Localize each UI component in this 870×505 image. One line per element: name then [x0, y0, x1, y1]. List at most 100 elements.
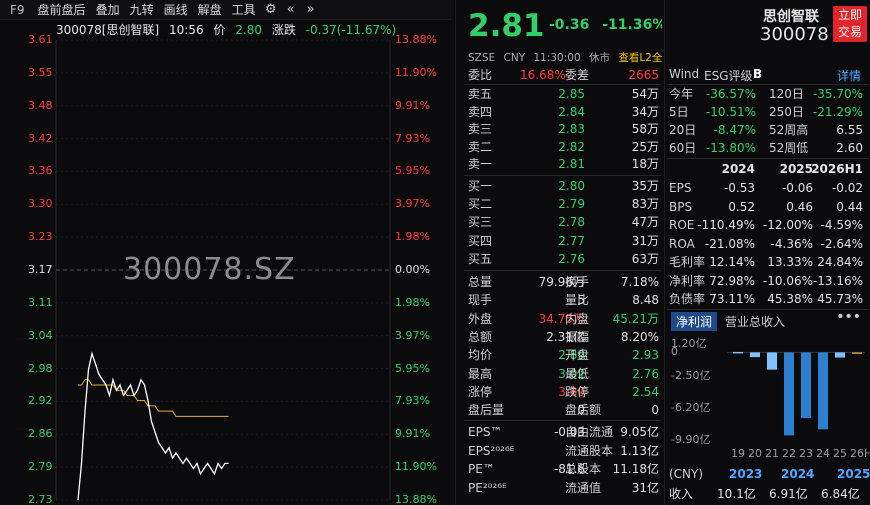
wind-label: Wind — [669, 67, 700, 81]
info-price: 2.80 — [235, 23, 262, 37]
stat-label: 总额 — [468, 329, 493, 344]
stat-label: 现手 — [468, 293, 493, 308]
ask-label: 卖三 — [468, 122, 493, 136]
y-axis-pct-label: 9.91% — [395, 427, 430, 441]
ask-price: 2.84 — [558, 104, 585, 119]
bid-price: 2.79 — [558, 197, 585, 212]
stat-value: 2.76 — [632, 366, 659, 381]
y-axis-pct-label: 1.98% — [395, 295, 430, 309]
return-label: 52周高 — [769, 123, 809, 137]
y-axis-label: 3.23 — [28, 230, 53, 244]
net-profit-bar — [767, 352, 777, 370]
y-axis-label: 3.04 — [28, 328, 53, 342]
return-row: 今年 -36.57% 120日 -35.70% — [669, 86, 867, 102]
fund-label: 自由流通 — [565, 425, 614, 439]
revenue-value: 6.91亿 — [769, 487, 808, 501]
chart-info-bar: 300078[思创智联] 10:56 价 2.80 涨跌 -0.37(-11.6… — [56, 21, 402, 39]
y-axis-pct-label: 11.90% — [395, 460, 437, 474]
ratio-label: 委比 — [468, 68, 493, 82]
fund-label: 总股本 — [565, 462, 602, 476]
net-profit-bar — [835, 352, 845, 358]
market-status-line: SZSE CNY 11:30:00 休市 查看L2全景 — [468, 50, 662, 65]
fin-year: 2024 — [721, 162, 755, 176]
ask-row[interactable]: 卖二 2.82 25万 — [468, 139, 659, 155]
ask-price: 2.81 — [558, 157, 585, 171]
last-price: 2.81 — [468, 8, 545, 44]
l2-panorama-link[interactable]: 查看L2全景 — [618, 52, 662, 64]
bid-row[interactable]: 买四 2.77 31万 — [468, 233, 659, 249]
bid-row[interactable]: 买五 2.76 63万 — [468, 251, 659, 267]
bar-year-label: 19 — [731, 447, 745, 460]
stat-row: 盘后量 0 盘后额 0 — [468, 402, 659, 418]
fund-value: 9.05亿 — [620, 425, 659, 439]
y-axis-label: 3.61 — [28, 33, 53, 46]
ask-row[interactable]: 卖四 2.84 34万 — [468, 104, 659, 120]
fin-value: 0.46 — [786, 199, 813, 214]
fin-value: 73.11% — [709, 292, 755, 306]
revenue-year: 2025 — [837, 467, 870, 481]
stat-label: 最低 — [565, 366, 590, 381]
y-axis-pct-label: 5.95% — [395, 361, 430, 375]
fin-year: 2026H1 — [811, 162, 863, 176]
bid-volume: 35万 — [631, 179, 659, 193]
financial-row: 负债率 73.11% 45.38% 45.73% — [669, 291, 867, 307]
tab-net-profit[interactable]: 净利润 — [671, 312, 718, 331]
ask-row[interactable]: 卖三 2.83 58万 — [468, 121, 659, 137]
y-axis-pct-label: 7.93% — [395, 394, 430, 408]
bid-row[interactable]: 买二 2.79 83万 — [468, 196, 659, 212]
return-value: -21.29% — [812, 105, 863, 119]
bar-year-label: 20 — [748, 447, 762, 460]
tab-revenue[interactable]: 营业总收入 — [725, 313, 785, 330]
fin-value: 0.52 — [728, 199, 755, 214]
return-value: -13.80% — [705, 141, 756, 155]
bid-label: 买五 — [468, 251, 493, 266]
bar-axis-label: -2.50亿 — [671, 369, 711, 382]
y-axis-label: 2.92 — [28, 394, 53, 408]
divider — [464, 420, 661, 421]
return-label: 今年 — [669, 87, 694, 101]
bid-row[interactable]: 买三 2.78 47万 — [468, 214, 659, 230]
intraday-chart-panel: F9 盘前盘后 叠加 九转 画线 解盘 工具 ⚙ « » 300078[思创智联… — [0, 0, 452, 505]
fin-value: 12.14% — [709, 255, 755, 269]
net-profit-bar — [733, 351, 743, 354]
revenue-header: (CNY) 2023 2024 2025 — [669, 467, 870, 483]
fin-label: ROA — [669, 236, 695, 251]
stat-label: 内盘 — [565, 311, 590, 326]
fin-value: -12.00% — [762, 218, 813, 232]
fin-value: 45.73% — [817, 292, 863, 306]
ask-row[interactable]: 卖一 2.81 18万 — [468, 156, 659, 172]
return-label: 20日 — [669, 123, 697, 137]
more-icon[interactable]: ••• — [836, 309, 861, 325]
y-axis-pct-label: 9.91% — [395, 98, 430, 112]
stat-label: 盘后量 — [468, 403, 505, 418]
fin-label: 负债率 — [669, 292, 706, 306]
stat-value: 0 — [651, 403, 659, 418]
y-axis-pct-label: 5.95% — [395, 164, 430, 178]
revenue-value: 6.84亿 — [821, 487, 860, 501]
fin-value: -4.59% — [820, 218, 863, 232]
revenue-year: 2023 — [729, 467, 763, 481]
y-axis-label: 3.55 — [28, 65, 53, 79]
ask-label: 卖一 — [468, 157, 493, 171]
fin-value: -10.06% — [762, 273, 813, 288]
profile-panel: 思创智联 300078 立即交易 Wind ESG评级 B 详情 今年 -36.5… — [664, 0, 870, 505]
fund-row: EPS²⁰²⁶ᴱ - 流通股本 1.13亿 — [468, 443, 659, 459]
bid-price: 2.76 — [558, 251, 585, 266]
bid-row[interactable]: 买一 2.80 35万 — [468, 178, 659, 194]
y-axis-label: 2.79 — [28, 460, 53, 474]
esg-rating: B — [753, 67, 763, 81]
ask-volume: 25万 — [631, 139, 659, 154]
bar-year-label: 22 — [782, 447, 796, 460]
quote-panel: 2.81 -0.36 -11.36% SZSE CNY 11:30:00 休市 … — [455, 0, 662, 505]
financial-row: EPS -0.53 -0.06 -0.02 — [669, 180, 867, 196]
stat-value: 8.20% — [620, 329, 659, 344]
info-change: -0.37(-11.67%) — [305, 23, 397, 37]
bid-label: 买一 — [468, 179, 493, 193]
trade-now-button[interactable]: 立即交易 — [833, 6, 867, 42]
detail-link[interactable]: 详情 — [837, 67, 861, 84]
ratio-value: 16.68% — [520, 68, 566, 82]
ask-row[interactable]: 卖五 2.85 54万 — [468, 86, 659, 102]
fin-value: 24.84% — [817, 255, 863, 269]
bid-label: 买二 — [468, 197, 493, 212]
stat-row: 外盘 34.75万 内盘 45.21万 — [468, 311, 659, 327]
